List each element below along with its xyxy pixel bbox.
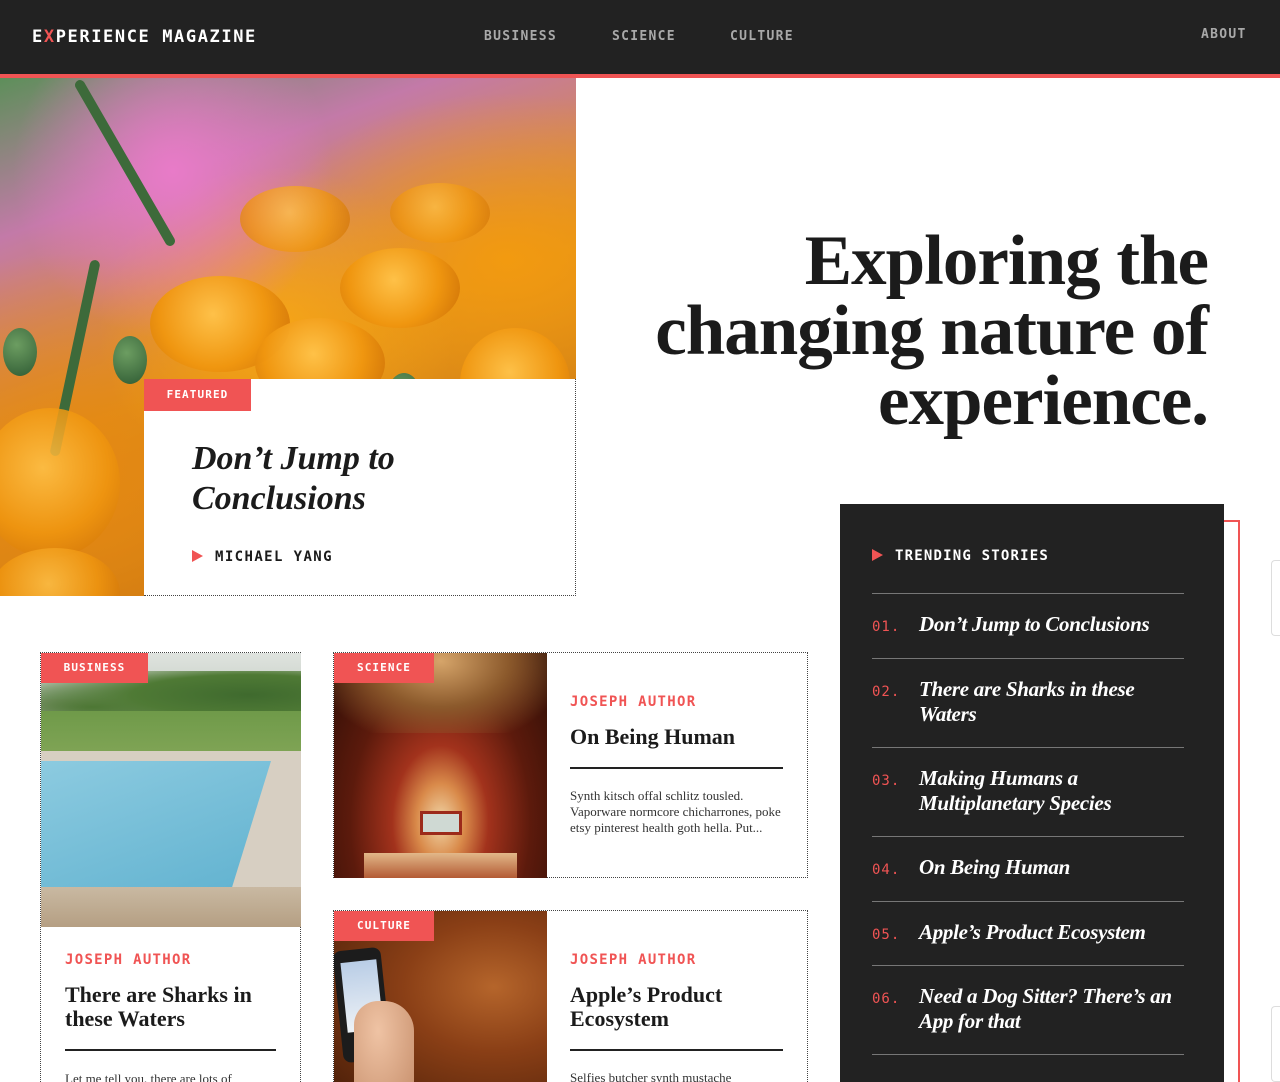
trending-item-number: 06. [872, 991, 901, 1007]
trending-item-number: 04. [872, 862, 901, 878]
trending-item-5[interactable]: 05. Apple’s Product Ecosystem [872, 901, 1184, 965]
scroll-indicator[interactable] [1271, 560, 1280, 636]
featured-byline[interactable]: MICHAEL YANG [192, 549, 333, 565]
article-card-business[interactable]: BUSINESS JOSEPH AUTHOR There are Sharks … [40, 652, 301, 1082]
category-tag-science[interactable]: SCIENCE [334, 653, 434, 683]
category-tag-culture[interactable]: CULTURE [334, 911, 434, 941]
trending-item-title[interactable]: On Being Human [919, 855, 1189, 880]
site-header: EXPERIENCE MAGAZINE BUSINESS SCIENCE CUL… [0, 0, 1280, 74]
article-author[interactable]: JOSEPH AUTHOR [570, 952, 696, 968]
article-card-culture[interactable]: CULTURE JOSEPH AUTHOR Apple’s Product Ec… [333, 910, 808, 1082]
trending-heading: TRENDING STORIES [872, 548, 1049, 564]
featured-tag: FEATURED [144, 379, 251, 411]
featured-story-card[interactable]: FEATURED Don’t Jump to Conclusions MICHA… [144, 379, 576, 596]
title-divider [570, 767, 783, 769]
hero-headline: Exploring the changing nature of experie… [655, 222, 1209, 440]
trending-item-title[interactable]: There are Sharks in these Waters [919, 677, 1189, 727]
trending-item-number: 05. [872, 927, 901, 943]
featured-story-title[interactable]: Don’t Jump to Conclusions [192, 439, 522, 519]
trending-stories-panel: TRENDING STORIES 01. Don’t Jump to Concl… [840, 504, 1224, 1082]
trending-item-title[interactable]: Don’t Jump to Conclusions [919, 612, 1199, 637]
article-title[interactable]: Apple’s Product Ecosystem [570, 983, 785, 1031]
play-arrow-icon [192, 550, 203, 562]
trending-item-number: 01. [872, 619, 901, 635]
trending-item-4[interactable]: 04. On Being Human [872, 836, 1184, 901]
trending-item-title[interactable]: Need a Dog Sitter? There’s an App for th… [919, 984, 1189, 1034]
trending-item-6[interactable]: 06. Need a Dog Sitter? There’s an App fo… [872, 965, 1184, 1055]
site-logo[interactable]: EXPERIENCE MAGAZINE [32, 27, 257, 47]
play-arrow-icon [872, 549, 883, 561]
article-card-science[interactable]: SCIENCE JOSEPH AUTHOR On Being Human Syn… [333, 652, 808, 878]
scroll-indicator[interactable] [1271, 1006, 1280, 1082]
trending-item-title[interactable]: Apple’s Product Ecosystem [919, 920, 1189, 945]
title-divider [65, 1049, 276, 1051]
trending-item-1[interactable]: 01. Don’t Jump to Conclusions [872, 593, 1184, 658]
trending-item-3[interactable]: 03. Making Humans a Multiplanetary Speci… [872, 747, 1184, 836]
nav-link-business[interactable]: BUSINESS [484, 29, 557, 44]
article-title[interactable]: On Being Human [570, 725, 785, 749]
nav-link-about[interactable]: ABOUT [1201, 27, 1247, 42]
theater-photo[interactable] [334, 653, 547, 878]
category-tag-business[interactable]: BUSINESS [41, 653, 148, 683]
article-author[interactable]: JOSEPH AUTHOR [570, 694, 696, 710]
trending-item-title[interactable]: Making Humans a Multiplanetary Species [919, 766, 1159, 816]
trending-item-number: 02. [872, 684, 901, 700]
title-divider [570, 1049, 783, 1051]
article-excerpt: Let me tell you, there are lots of [65, 1071, 232, 1082]
nav-link-science[interactable]: SCIENCE [612, 29, 676, 44]
article-excerpt: Synth kitsch offal schlitz tousled. Vapo… [570, 788, 781, 835]
trending-item-number: 03. [872, 773, 901, 789]
article-title[interactable]: There are Sharks in these Waters [65, 983, 285, 1031]
article-author[interactable]: JOSEPH AUTHOR [65, 952, 191, 968]
article-excerpt: Selfies butcher synth mustache [570, 1070, 732, 1082]
nav-link-culture[interactable]: CULTURE [730, 29, 794, 44]
pool-photo[interactable] [41, 653, 301, 927]
trending-item-2[interactable]: 02. There are Sharks in these Waters [872, 658, 1184, 747]
